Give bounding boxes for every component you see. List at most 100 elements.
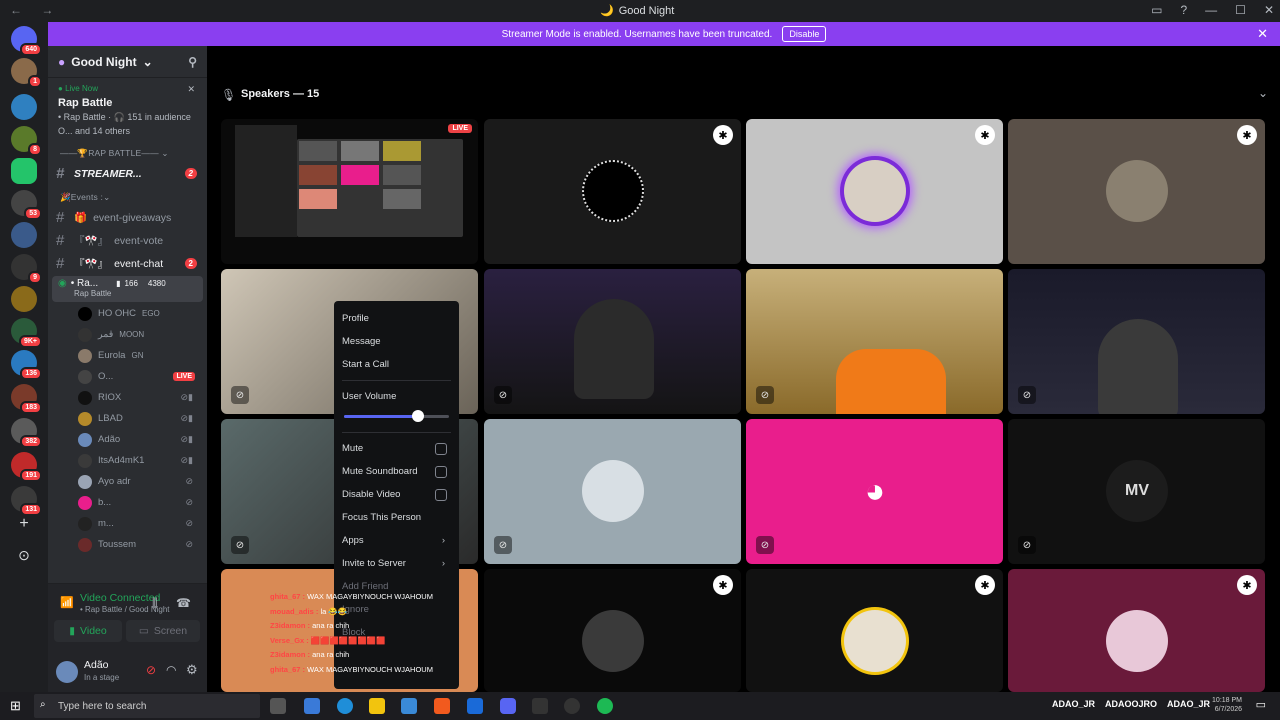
- speaker-tile-stream[interactable]: LIVE: [221, 119, 478, 264]
- speaker-tile[interactable]: ✱: [1008, 569, 1265, 692]
- guild-header[interactable]: ● Good Night ⌄ ⚲: [48, 46, 207, 78]
- windows-start-icon[interactable]: ⊞: [10, 698, 21, 714]
- close-icon[interactable]: ✕: [187, 84, 195, 95]
- user-volume-slider[interactable]: [344, 410, 449, 424]
- list-item[interactable]: Eurola GN: [48, 345, 207, 366]
- task-view-icon[interactable]: [270, 698, 286, 714]
- server-icon[interactable]: [11, 158, 37, 184]
- menu-item-mute-soundboard[interactable]: Mute Soundboard: [342, 460, 451, 483]
- channel-event-vote[interactable]: # 『🎌』 event-vote: [48, 229, 207, 252]
- file-explorer-icon[interactable]: [369, 698, 385, 714]
- list-item[interactable]: Ayo adr ⊘: [48, 471, 207, 492]
- speaker-tile[interactable]: ◕ ⊘: [746, 419, 1003, 564]
- taskbar-search[interactable]: ⌕ Type here to search: [34, 694, 260, 718]
- notification-icon[interactable]: ▭: [1256, 698, 1266, 711]
- store-icon[interactable]: [401, 698, 417, 714]
- server-icon[interactable]: 191: [11, 452, 42, 482]
- spotify-icon[interactable]: [597, 698, 613, 714]
- disable-streamer-button[interactable]: Disable: [782, 26, 827, 42]
- checkbox[interactable]: [435, 488, 447, 501]
- server-icon[interactable]: [11, 286, 37, 312]
- menu-item-profile[interactable]: Profile: [342, 307, 451, 330]
- minimize-button[interactable]: —: [1205, 3, 1217, 17]
- category-rap-battle[interactable]: ——🏆 RAP BATTLE —— ⌄: [48, 144, 207, 162]
- speaker-tile[interactable]: ✱: [484, 119, 741, 264]
- add-member-icon[interactable]: ⚲: [188, 55, 197, 69]
- list-item[interactable]: b... ⊘: [48, 492, 207, 513]
- list-item[interactable]: Adão ⊘▮: [48, 429, 207, 450]
- channel-event-giveaways[interactable]: # 🎁 event-giveaways: [48, 206, 207, 229]
- speaker-tile[interactable]: MV ⊘: [1008, 419, 1265, 564]
- headphones-icon[interactable]: ◠: [166, 663, 176, 677]
- moon-icon: ●: [58, 54, 66, 69]
- app-icon[interactable]: [532, 698, 548, 714]
- server-icon[interactable]: 9: [11, 254, 42, 284]
- close-icon[interactable]: ✕: [1257, 26, 1268, 42]
- speaker-tile-video[interactable]: ⊘: [484, 269, 741, 414]
- server-icon[interactable]: 1: [11, 58, 42, 88]
- maximize-button[interactable]: ☐: [1235, 3, 1246, 17]
- menu-item-apps[interactable]: Apps ›: [342, 529, 451, 552]
- chevron-down-icon[interactable]: ⌄: [1258, 86, 1268, 100]
- menu-item-disable-video[interactable]: Disable Video: [342, 483, 451, 506]
- inbox-icon[interactable]: ▭: [1151, 3, 1162, 17]
- volume-slider-handle[interactable]: [411, 410, 424, 422]
- menu-item-mute[interactable]: Mute: [342, 437, 451, 460]
- avatar[interactable]: [56, 661, 78, 683]
- mic-muted-icon[interactable]: ⊘: [146, 663, 156, 677]
- discover-icon[interactable]: ⊙: [11, 542, 37, 568]
- speaker-tile[interactable]: ✱: [484, 569, 741, 692]
- speaker-tile-video[interactable]: ⊘: [746, 269, 1003, 414]
- server-icon[interactable]: 131: [11, 486, 42, 516]
- app-icon[interactable]: [564, 698, 580, 714]
- server-icon[interactable]: 136: [11, 350, 42, 380]
- noise-suppression-icon[interactable]: ⫼: [152, 596, 158, 611]
- list-item[interactable]: ItsAd4mK1 ⊘▮: [48, 450, 207, 471]
- list-item[interactable]: HO OHC EGO: [48, 303, 207, 324]
- menu-item-start-call[interactable]: Start a Call: [342, 353, 451, 376]
- server-icon[interactable]: [11, 94, 37, 120]
- menu-item-invite[interactable]: Invite to Server ›: [342, 552, 451, 575]
- copilot-icon[interactable]: [304, 698, 320, 714]
- discord-icon[interactable]: [500, 698, 516, 714]
- speaker-tile-video[interactable]: ⊘: [1008, 269, 1265, 414]
- disconnect-icon[interactable]: ☎: [176, 596, 191, 610]
- list-item[interactable]: m... ⊘: [48, 513, 207, 534]
- menu-item-message[interactable]: Message: [342, 330, 451, 353]
- server-icon[interactable]: [11, 222, 37, 248]
- server-icon[interactable]: 382: [11, 418, 42, 448]
- speaker-tile[interactable]: ✱: [746, 119, 1003, 264]
- channel-event-chat[interactable]: # 『🎌』 event-chat 2: [48, 252, 207, 275]
- video-button[interactable]: ▮ Video: [54, 620, 122, 642]
- history-nav[interactable]: ← →: [10, 3, 61, 17]
- brave-icon[interactable]: [434, 698, 450, 714]
- clock[interactable]: 10:18 PM 6/7/2026: [1212, 696, 1242, 714]
- speaker-tile[interactable]: ⊘: [484, 419, 741, 564]
- speaker-tile[interactable]: ✱: [1008, 119, 1265, 264]
- checkbox[interactable]: [435, 465, 447, 478]
- mail-icon[interactable]: [467, 698, 483, 714]
- menu-item-focus[interactable]: Focus This Person: [342, 506, 451, 529]
- list-item[interactable]: قمر MOON: [48, 324, 207, 345]
- gear-icon[interactable]: ⚙: [186, 662, 198, 678]
- category-events[interactable]: 🎉 Events : ⌄: [48, 188, 207, 206]
- screen-share-button[interactable]: ▭ Screen: [126, 620, 200, 642]
- checkbox[interactable]: [435, 442, 447, 455]
- stage-channel-rap-battle[interactable]: ◉ • Ra... ▮ 166 4380 Rap Battle: [52, 276, 203, 302]
- server-icon[interactable]: 9K+: [11, 318, 42, 348]
- help-icon[interactable]: ?: [1180, 3, 1187, 17]
- server-icon[interactable]: 53: [11, 190, 42, 220]
- list-item[interactable]: Toussem ⊘: [48, 534, 207, 555]
- add-server-icon[interactable]: +: [11, 511, 37, 537]
- list-item[interactable]: O... LIVE: [48, 366, 207, 387]
- live-stage-card[interactable]: ● Live Now Rap Battle • Rap Battle · 🎧 1…: [48, 78, 207, 142]
- edge-icon[interactable]: [337, 698, 353, 714]
- home-button[interactable]: 640: [11, 26, 42, 56]
- list-item[interactable]: LBAD ⊘▮: [48, 408, 207, 429]
- speaker-tile[interactable]: ✱: [746, 569, 1003, 692]
- server-icon[interactable]: 8: [11, 126, 42, 156]
- list-item[interactable]: RIOX ⊘▮: [48, 387, 207, 408]
- channel-streamer[interactable]: # STREAMER... 2: [48, 162, 207, 185]
- close-button[interactable]: ✕: [1264, 3, 1274, 17]
- server-icon[interactable]: 183: [11, 384, 42, 414]
